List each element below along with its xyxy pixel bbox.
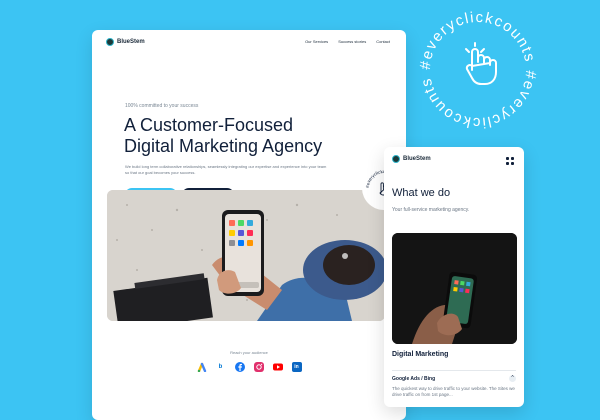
google-ads-icon[interactable] (197, 362, 207, 372)
digital-marketing-heading: Digital Marketing (392, 351, 449, 358)
google-ads-accordion[interactable]: Google Ads / Bing ^ The quickest way to … (392, 370, 516, 397)
desktop-page: BlueStem Our Services Success stories Co… (92, 30, 406, 420)
brand-name: BlueStem (117, 39, 145, 45)
instagram-icon[interactable] (253, 362, 264, 372)
everyclickcounts-stamp: #everyclickcounts #everyclickcounts (417, 9, 540, 132)
hero-headline: A Customer-Focused Digital Marketing Age… (124, 115, 384, 157)
logo-icon (392, 155, 400, 163)
brand-logo[interactable]: BlueStem (106, 38, 145, 46)
hero-image (107, 190, 385, 321)
hero-eyebrow: 100% committed to your success (125, 103, 199, 109)
headline-line-1: A Customer-Focused (124, 115, 294, 135)
facebook-icon[interactable] (234, 362, 245, 372)
linkedin-icon[interactable]: in (291, 362, 302, 372)
mobile-brand-logo[interactable]: BlueStem (392, 155, 431, 163)
nav-link-contact[interactable]: Contact (376, 39, 390, 44)
accordion-title: Google Ads / Bing (392, 376, 436, 382)
nav-link-our-services[interactable]: Our Services (305, 39, 328, 44)
headline-line-2: Digital Marketing Agency (124, 136, 323, 156)
hand-pointer-icon (465, 42, 497, 85)
stamp-text-repeat: #everyclickcounts (418, 70, 538, 132)
youtube-icon[interactable] (272, 362, 283, 372)
hero-photo (107, 190, 385, 321)
mobile-brand-name: BlueStem (403, 156, 431, 162)
mobile-section-subtitle: Your full-service marketing agency. (392, 207, 470, 213)
nav-link-success-stories[interactable]: Success stories (338, 39, 366, 44)
reach-audience-label: Reach your audience (230, 350, 268, 355)
top-nav: BlueStem Our Services Success stories Co… (92, 30, 406, 52)
phone-in-hand-photo (392, 233, 517, 344)
mobile-section-image (392, 233, 517, 344)
logo-icon (106, 38, 114, 46)
hero-description: We build long term collaborative relatio… (125, 164, 327, 175)
bing-icon[interactable]: b (216, 362, 226, 372)
mobile-section-title: What we do (392, 187, 451, 199)
mobile-preview: BlueStem What we do Your full-service ma… (384, 147, 524, 407)
svg-text:#everyclickcounts: #everyclickcounts (418, 70, 540, 132)
social-icons: b in (92, 362, 406, 372)
menu-grid-icon[interactable] (506, 157, 514, 165)
accordion-text: The quickest way to drive traffic to you… (392, 386, 515, 397)
chevron-up-icon[interactable]: ^ (509, 375, 516, 382)
